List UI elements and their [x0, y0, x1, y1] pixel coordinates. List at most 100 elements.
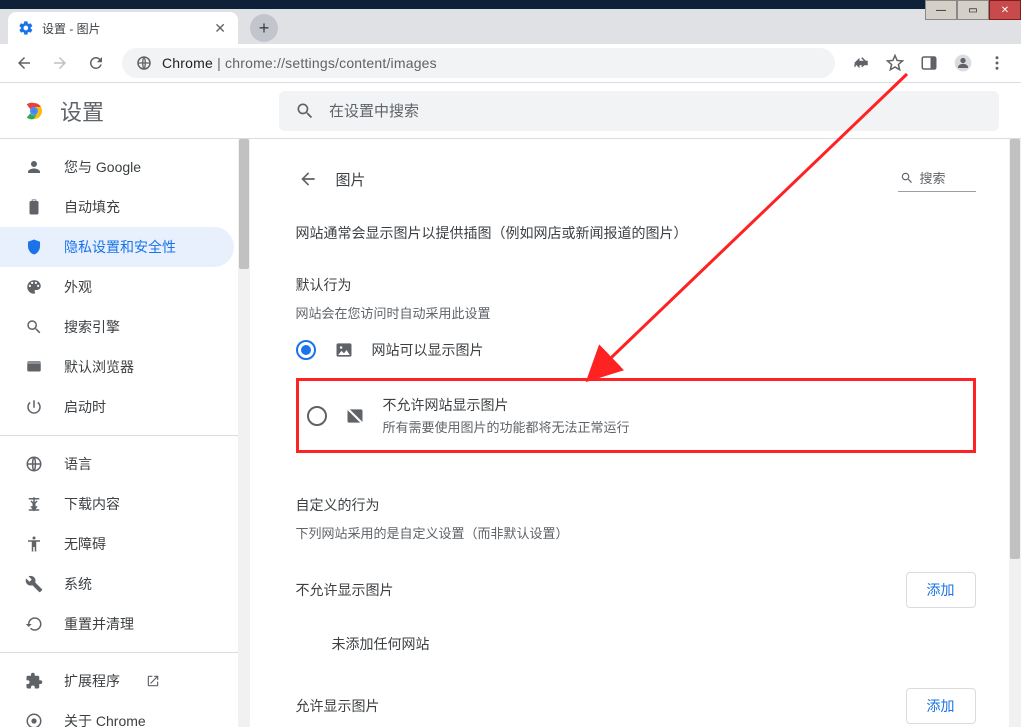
sidebar-item-privacy-security[interactable]: 隐私设置和安全性: [0, 227, 234, 267]
add-allow-site-button[interactable]: 添加: [906, 688, 976, 724]
tab-close-button[interactable]: ✕: [212, 18, 228, 39]
address-bar[interactable]: Chrome | chrome://settings/content/image…: [122, 48, 835, 78]
sidebar-separator: [0, 652, 250, 653]
gear-icon: [18, 20, 34, 36]
sidebar-item-on-startup[interactable]: 启动时: [0, 387, 234, 427]
sidebar-item-reset[interactable]: 重置并清理: [0, 604, 234, 644]
search-icon: [24, 318, 44, 336]
settings-search-box[interactable]: 在设置中搜索: [279, 91, 999, 131]
person-icon: [24, 158, 44, 176]
sidebar-item-extensions[interactable]: 扩展程序: [0, 661, 234, 701]
image-blocked-icon: [345, 406, 365, 426]
radio-button-checked[interactable]: [296, 340, 316, 360]
download-icon: [24, 495, 44, 513]
radio-button-unchecked[interactable]: [307, 406, 327, 426]
sidebar-item-accessibility[interactable]: 无障碍: [0, 524, 234, 564]
sidebar-item-label: 您与 Google: [64, 157, 141, 177]
allow-list-title: 允许显示图片: [296, 696, 380, 716]
block-list-title: 不允许显示图片: [296, 580, 394, 600]
sidebar-item-label: 无障碍: [64, 534, 106, 554]
custom-behavior-header: 自定义的行为: [296, 471, 976, 515]
share-icon[interactable]: [845, 47, 877, 79]
sidebar-item-label: 启动时: [64, 397, 106, 417]
new-tab-button[interactable]: +: [250, 14, 278, 42]
profile-avatar-icon[interactable]: [947, 47, 979, 79]
back-button[interactable]: [8, 47, 40, 79]
tab-strip: 设置 - 图片 ✕ +: [0, 9, 1021, 44]
window-controls: — ▭ ✕: [925, 0, 1021, 20]
sidebar-item-downloads[interactable]: 下载内容: [0, 484, 234, 524]
search-placeholder: 在设置中搜索: [329, 100, 419, 121]
window-close-button[interactable]: ✕: [989, 0, 1021, 20]
default-behavior-subtext: 网站会在您访问时自动采用此设置: [296, 295, 976, 326]
browser-toolbar: Chrome | chrome://settings/content/image…: [0, 44, 1021, 83]
sidebar-item-label: 系统: [64, 574, 92, 594]
sidebar-item-appearance[interactable]: 外观: [0, 267, 234, 307]
content-pane: 图片 搜索 网站通常会显示图片以提供插图（例如网店或新闻报道的图片） 默认行为 …: [250, 139, 1021, 727]
radio-label: 网站可以显示图片: [372, 340, 484, 360]
block-list-empty: 未添加任何网站: [296, 608, 976, 662]
browser-tab[interactable]: 设置 - 图片 ✕: [8, 12, 238, 44]
content-title: 图片: [336, 169, 366, 190]
chrome-logo-icon: [22, 99, 46, 123]
sidebar-item-label: 下载内容: [64, 494, 120, 514]
chrome-mini-icon: [24, 712, 44, 727]
sidebar-item-search-engine[interactable]: 搜索引擎: [0, 307, 234, 347]
content-search-input[interactable]: 搜索: [898, 166, 976, 192]
wrench-icon: [24, 575, 44, 593]
sidebar-item-you-and-google[interactable]: 您与 Google: [0, 147, 234, 187]
add-block-site-button[interactable]: 添加: [906, 572, 976, 608]
site-info-icon[interactable]: [136, 55, 152, 71]
content-back-button[interactable]: [290, 161, 326, 197]
power-icon: [24, 398, 44, 416]
content-description: 网站通常会显示图片以提供插图（例如网店或新闻报道的图片）: [296, 203, 976, 251]
content-scrollbar[interactable]: [1009, 139, 1021, 727]
clipboard-icon: [24, 198, 44, 216]
palette-icon: [24, 278, 44, 296]
custom-behavior-subtext: 下列网站采用的是自定义设置（而非默认设置）: [296, 515, 976, 546]
image-icon: [334, 340, 354, 360]
sidebar-item-default-browser[interactable]: 默认浏览器: [0, 347, 234, 387]
sidebar-item-label: 默认浏览器: [64, 357, 134, 377]
window-titlebar: [0, 0, 1021, 9]
radio-sublabel: 所有需要使用图片的功能都将无法正常运行: [383, 417, 630, 436]
forward-button[interactable]: [44, 47, 76, 79]
window-minimize-button[interactable]: —: [925, 0, 957, 20]
settings-sidebar: 您与 Google 自动填充 隐私设置和安全性 外观 搜索引擎 默认浏览器 启动…: [0, 139, 250, 727]
url-text: Chrome | chrome://settings/content/image…: [162, 55, 437, 71]
restore-icon: [24, 615, 44, 633]
browser-icon: [24, 358, 44, 376]
more-menu-icon[interactable]: [981, 47, 1013, 79]
content-search-placeholder: 搜索: [920, 168, 946, 187]
sidebar-scrollbar[interactable]: [238, 139, 250, 727]
bookmark-icon[interactable]: [879, 47, 911, 79]
settings-header: 设置 在设置中搜索: [0, 83, 1021, 139]
external-link-icon: [146, 674, 160, 688]
radio-option-allow-images[interactable]: 网站可以显示图片: [296, 326, 976, 374]
window-maximize-button[interactable]: ▭: [957, 0, 989, 20]
sidebar-item-autofill[interactable]: 自动填充: [0, 187, 234, 227]
sidebar-item-language[interactable]: 语言: [0, 444, 234, 484]
sidebar-item-label: 搜索引擎: [64, 317, 120, 337]
radio-option-block-images[interactable]: 不允许网站显示图片 所有需要使用图片的功能都将无法正常运行: [307, 381, 965, 450]
search-icon: [295, 101, 315, 121]
annotation-highlight-box: 不允许网站显示图片 所有需要使用图片的功能都将无法正常运行: [296, 378, 976, 453]
sidebar-item-about[interactable]: 关于 Chrome: [0, 701, 234, 727]
reload-button[interactable]: [80, 47, 112, 79]
radio-label: 不允许网站显示图片: [383, 395, 630, 415]
tab-title: 设置 - 图片: [42, 20, 101, 37]
extension-icon: [24, 672, 44, 690]
sidebar-item-system[interactable]: 系统: [0, 564, 234, 604]
sidebar-item-label: 自动填充: [64, 197, 120, 217]
sidebar-item-label: 扩展程序: [64, 671, 120, 691]
shield-icon: [24, 238, 44, 256]
accessibility-icon: [24, 535, 44, 553]
sidebar-item-label: 语言: [64, 454, 92, 474]
sidebar-item-label: 关于 Chrome: [64, 711, 146, 727]
side-panel-icon[interactable]: [913, 47, 945, 79]
sidebar-item-label: 隐私设置和安全性: [64, 237, 176, 257]
sidebar-item-label: 重置并清理: [64, 614, 134, 634]
settings-title: 设置: [60, 95, 104, 127]
sidebar-separator: [0, 435, 250, 436]
globe-icon: [24, 455, 44, 473]
